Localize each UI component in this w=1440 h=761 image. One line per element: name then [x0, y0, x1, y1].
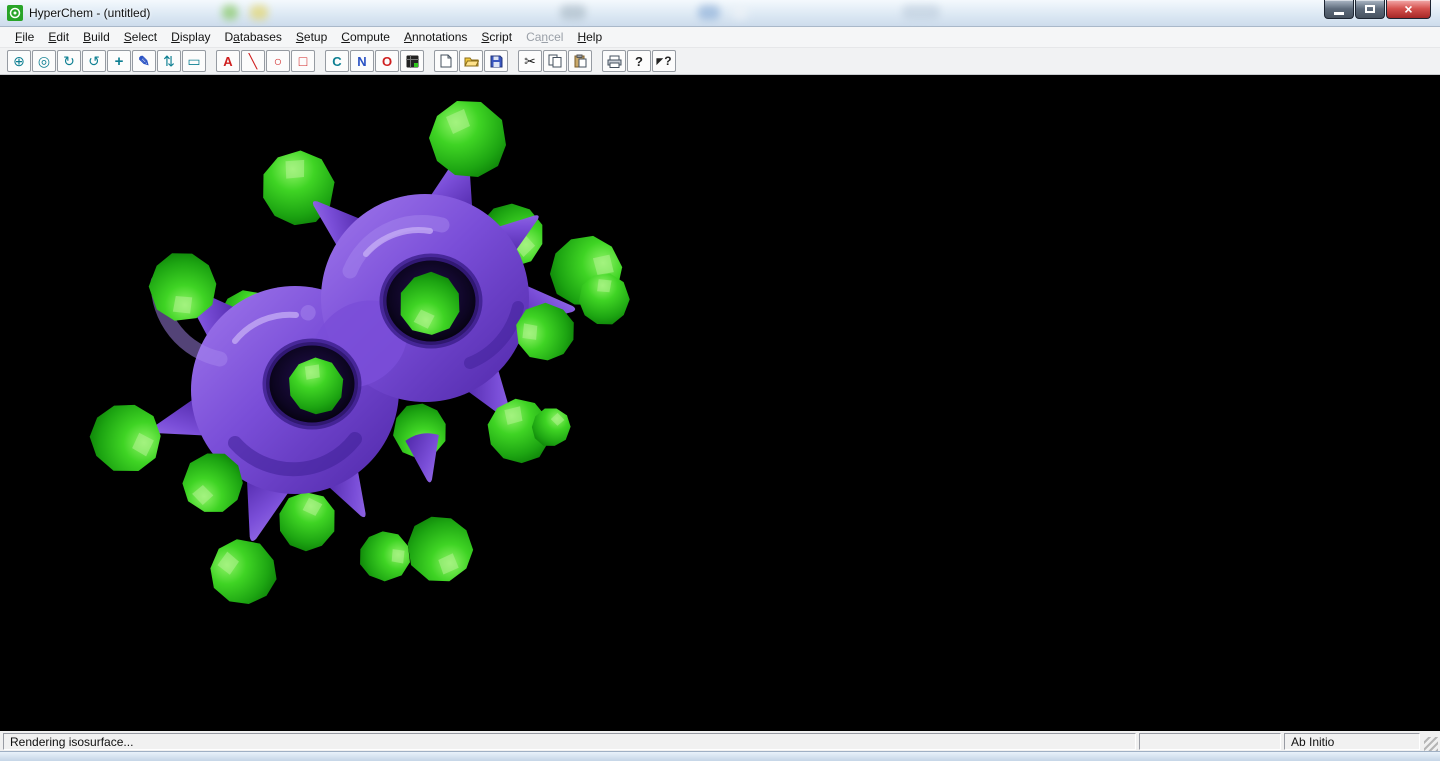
paste-clipboard-icon [574, 54, 586, 68]
element-nitrogen-button[interactable]: N [350, 50, 374, 72]
menu-setup[interactable]: Setup [289, 28, 334, 47]
annotation-rectangle-button[interactable]: □ [291, 50, 315, 72]
application-window: HyperChem - (untitled) × File Edit Build… [0, 0, 1440, 761]
title-bar[interactable]: HyperChem - (untitled) × [0, 0, 1440, 27]
aero-reflection [698, 5, 720, 20]
toolbar-separator [425, 61, 433, 62]
element-oxygen-button[interactable]: O [375, 50, 399, 72]
print-button[interactable] [602, 50, 626, 72]
rotate-in-plane-icon: ↺ [88, 53, 100, 69]
paste-button[interactable] [568, 50, 592, 72]
annotation-circle-icon: ○ [273, 53, 283, 69]
menu-compute[interactable]: Compute [334, 28, 397, 47]
aero-reflection [250, 5, 268, 20]
window-bottom-border [0, 751, 1440, 761]
status-method: Ab Initio [1291, 734, 1335, 749]
window-controls: × [1324, 0, 1431, 19]
window-title: HyperChem - (untitled) [29, 6, 151, 20]
periodic-table-icon [405, 54, 419, 68]
toolbar-separator [593, 61, 601, 62]
help-button[interactable]: ? [627, 50, 651, 72]
oxygen-icon: O [381, 53, 393, 69]
toolbar-separator [316, 61, 324, 62]
copy-icon [548, 54, 562, 68]
molecule-viewport[interactable] [0, 75, 1440, 731]
close-button[interactable]: × [1386, 0, 1431, 19]
z-clip-icon: ▭ [187, 53, 201, 69]
periodic-table-button[interactable] [400, 50, 424, 72]
open-file-button[interactable] [459, 50, 483, 72]
menu-cancel: Cancel [526, 29, 564, 44]
z-translate-tool-button[interactable]: ⇅ [157, 50, 181, 72]
draw-tool-button[interactable]: ✎ [132, 50, 156, 72]
annotation-circle-button[interactable]: ○ [266, 50, 290, 72]
annotation-line-button[interactable]: ╲ [241, 50, 265, 72]
close-icon: × [1404, 1, 1413, 17]
aero-reflection [902, 5, 940, 20]
aero-reflection [560, 5, 586, 20]
z-clip-tool-button[interactable]: ▭ [182, 50, 206, 72]
menu-edit[interactable]: Edit [41, 28, 76, 47]
copy-button[interactable] [543, 50, 567, 72]
menu-annotations[interactable]: Annotations [397, 28, 474, 47]
context-help-icon: ◤? [656, 54, 672, 68]
menu-select[interactable]: Select [117, 28, 164, 47]
save-floppy-icon [490, 55, 502, 67]
menu-bar: File Edit Build Select Display Databases… [0, 27, 1440, 48]
status-method-panel: Ab Initio [1284, 733, 1420, 750]
annotation-rectangle-icon: □ [298, 53, 308, 69]
maximize-icon [1365, 5, 1375, 13]
help-icon: ? [635, 53, 643, 69]
menu-file[interactable]: File [8, 28, 41, 47]
toolbar: ⊕ ◎ ↻ ↺ + ✎ ⇅ ▭ A ╲ ○ □ C N O ✂ ? ◤? [0, 48, 1440, 75]
resize-grip[interactable] [1424, 737, 1438, 751]
menu-databases[interactable]: Databases [218, 28, 289, 47]
annotation-line-icon: ╲ [248, 53, 258, 69]
app-icon [7, 5, 23, 21]
menu-build[interactable]: Build [76, 28, 117, 47]
minimize-button[interactable] [1324, 0, 1354, 19]
annotation-text-button[interactable]: A [216, 50, 240, 72]
annotation-text-icon: A [223, 53, 233, 69]
toolbar-separator [207, 61, 215, 62]
toolbar-separator [509, 61, 517, 62]
rotate-out-tool-button[interactable]: ◎ [32, 50, 56, 72]
translate-tool-button[interactable]: + [107, 50, 131, 72]
status-message: Rendering isosurface... [10, 734, 134, 749]
select-tool-button[interactable]: ⊕ [7, 50, 31, 72]
nitrogen-icon: N [357, 53, 367, 69]
menu-help[interactable]: Help [570, 28, 609, 47]
element-carbon-button[interactable]: C [325, 50, 349, 72]
z-rotate-icon: ↻ [63, 53, 75, 69]
select-tool-icon: ⊕ [13, 53, 25, 69]
aero-reflection [222, 5, 238, 20]
minimize-icon [1334, 11, 1344, 15]
z-rotate-tool-button[interactable]: ↻ [57, 50, 81, 72]
draw-pencil-icon: ✎ [138, 53, 150, 69]
context-help-button[interactable]: ◤? [652, 50, 676, 72]
status-center-panel [1139, 733, 1281, 750]
menu-display[interactable]: Display [164, 28, 217, 47]
rotate-out-icon: ◎ [37, 53, 51, 69]
open-folder-icon [463, 57, 479, 67]
menu-script[interactable]: Script [474, 28, 519, 47]
z-translate-icon: ⇅ [163, 53, 175, 69]
cut-scissors-icon: ✂ [524, 53, 536, 69]
new-document-button[interactable] [434, 50, 458, 72]
aero-reflection [732, 5, 748, 20]
print-icon [607, 55, 621, 68]
isosurface-rendering [77, 101, 639, 617]
maximize-button[interactable] [1355, 0, 1385, 19]
translate-icon: + [114, 52, 124, 70]
save-file-button[interactable] [484, 50, 508, 72]
new-document-icon [440, 54, 452, 68]
cut-button[interactable]: ✂ [518, 50, 542, 72]
rotate-in-plane-tool-button[interactable]: ↺ [82, 50, 106, 72]
status-bar: Rendering isosurface... Ab Initio [0, 731, 1440, 751]
carbon-icon: C [332, 53, 342, 69]
status-message-panel: Rendering isosurface... [3, 733, 1136, 750]
